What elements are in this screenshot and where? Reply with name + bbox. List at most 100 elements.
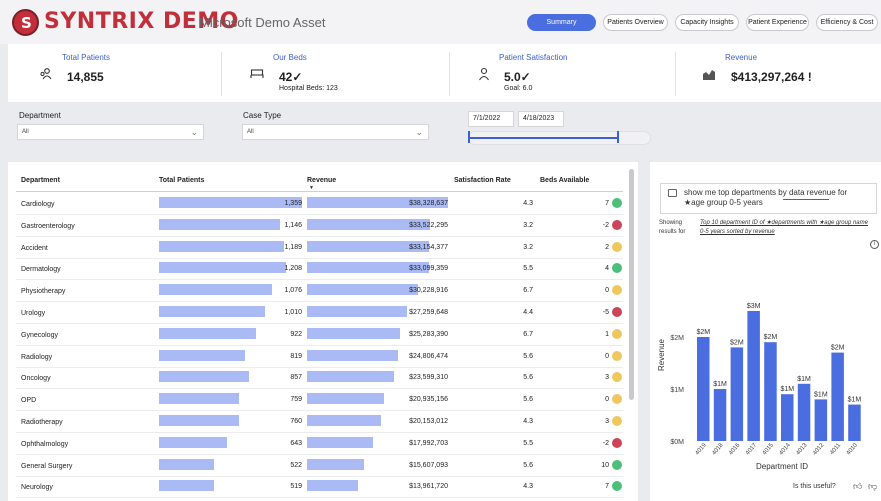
table-row[interactable]: Cardiology 1,359 $38,328,637 4.3 7 — [16, 193, 623, 215]
chevron-down-icon: ⌄ — [415, 127, 423, 137]
chat-icon — [668, 189, 677, 197]
x-tick-label: 4014 — [779, 442, 793, 457]
slider-start-handle[interactable] — [468, 131, 470, 143]
chart-bar — [764, 342, 777, 441]
status-dot-icon — [612, 481, 622, 492]
chart-bar — [831, 352, 844, 441]
table-row[interactable]: Radiotherapy 760 $20,153,012 4.3 3 — [16, 411, 623, 433]
thumbs-down-icon[interactable]: 👎︎ — [868, 481, 877, 492]
tab-patient-experience[interactable]: Patient Experience — [746, 14, 809, 31]
tab-efficiency-cost[interactable]: Efficiency & Cost — [816, 14, 878, 31]
department-cell: Gynecology — [21, 331, 58, 339]
kpi-subtext: Hospital Beds: 123 — [279, 85, 338, 92]
table-row[interactable]: Dermatology 1,208 $33,099,359 5.5 4 — [16, 258, 623, 281]
table-row[interactable]: Gastroenterology 1,146 $33,522,295 3.2 -2 — [16, 215, 623, 237]
start-date-input[interactable]: 7/1/2022 — [468, 111, 514, 127]
table-row[interactable]: Accident 1,189 $33,154,377 3.2 2 — [16, 237, 623, 259]
column-header-revenue[interactable]: Revenue — [307, 177, 336, 184]
satisfaction-cell: 5.5 — [523, 265, 533, 273]
chart-bar — [730, 347, 744, 441]
revenue-cell: $24,806,474 — [409, 352, 448, 360]
column-header-department[interactable]: Department — [21, 177, 60, 184]
tab-capacity-insights[interactable]: Capacity Insights — [675, 14, 739, 31]
chart-bar — [713, 389, 727, 441]
patients-cell: 819 — [290, 352, 302, 360]
thumbs-up-icon[interactable]: 👍︎ — [853, 481, 862, 492]
beds-cell: 1 — [605, 330, 609, 338]
table-scrollbar[interactable] — [629, 169, 634, 400]
info-icon[interactable]: i — [870, 240, 879, 249]
patients-cell: 1,208 — [284, 265, 302, 273]
column-header-satisfaction-rate[interactable]: Satisfaction Rate — [454, 177, 511, 184]
revenue-cell: $33,099,359 — [409, 265, 448, 273]
qa-restatement-link[interactable]: Top 10 department ID of ★departments wit… — [700, 219, 870, 237]
bar-data-label: $1M — [780, 386, 794, 393]
qa-question-box[interactable]: show me top departments by data revenue … — [660, 183, 877, 214]
revenue-cell: $25,283,390 — [409, 330, 448, 338]
table-row[interactable]: General Surgery 522 $15,607,093 5.6 10 — [16, 455, 623, 477]
table-row[interactable]: Urology 1,010 $27,259,648 4.4 -5 — [16, 302, 623, 324]
tab-summary[interactable]: Summary — [527, 14, 596, 31]
department-cell: Radiotherapy — [21, 419, 63, 426]
kpi-patient-satisfaction: Patient Satisfaction 5.0✓ Goal: 6.0 — [450, 44, 675, 102]
qa-question-text: show me top departments by data revenue … — [684, 188, 848, 207]
revenue-cell: $38,328,637 — [409, 200, 448, 207]
patients-cell: 519 — [290, 483, 302, 491]
feedback-label: Is this useful? — [793, 483, 836, 490]
department-dropdown-value: All — [22, 129, 29, 135]
patients-cell: 1,189 — [284, 243, 302, 251]
department-cell: Neurology — [21, 484, 53, 492]
report-subtitle: Microsoft Demo Asset — [199, 15, 326, 30]
x-tick-label: 4018 — [711, 442, 725, 457]
x-tick-label: 4013 — [795, 442, 809, 457]
chart-bar — [747, 311, 760, 441]
table-row[interactable]: Ophthalmology 643 $17,992,703 5.5 -2 — [16, 433, 623, 455]
slider-end-handle[interactable] — [617, 131, 619, 143]
y-tick-label: $1M — [670, 387, 684, 394]
kpi-value: 5.0✓ — [504, 70, 531, 84]
chart-bar — [697, 337, 710, 441]
satisfaction-cell: 3.2 — [523, 221, 533, 229]
department-dropdown[interactable]: All ⌄ — [17, 124, 204, 140]
satisfaction-cell: 4.3 — [523, 200, 533, 207]
table-row[interactable]: Oncology 857 $23,599,310 5.6 3 — [16, 367, 623, 390]
table-header-divider — [16, 191, 623, 192]
satisfaction-cell: 5.6 — [523, 374, 533, 382]
table-row[interactable]: Physiotherapy 1,076 $30,228,916 6.7 0 — [16, 280, 623, 303]
table-row[interactable]: Neurology 519 $13,961,720 4.3 7 — [16, 476, 623, 499]
revenue-cell: $23,599,310 — [409, 374, 448, 382]
revenue-cell: $20,935,156 — [409, 396, 448, 404]
end-date-input[interactable]: 4/18/2023 — [518, 111, 564, 127]
showing-results-text: Showing results for — [659, 220, 686, 235]
beds-cell: 10 — [601, 461, 609, 469]
department-cell: Physiotherapy — [21, 288, 66, 296]
status-dot-icon — [612, 328, 622, 339]
revenue-cell: $33,154,377 — [409, 243, 448, 251]
status-dot-icon — [612, 372, 622, 383]
table-row[interactable]: Gynecology 922 $25,283,390 6.7 1 — [16, 324, 623, 346]
beds-cell: 7 — [605, 200, 609, 207]
chevron-down-icon: ⌄ — [190, 127, 198, 137]
tab-patients-overview[interactable]: Patients Overview — [603, 14, 668, 31]
table-row[interactable]: Radiology 819 $24,806,474 5.6 0 — [16, 346, 623, 368]
beds-cell: -2 — [602, 221, 609, 229]
column-header-beds-available[interactable]: Beds Available — [540, 177, 589, 184]
beds-cell: 0 — [605, 287, 609, 295]
satisfaction-cell: 5.5 — [523, 439, 533, 447]
department-cell: Accident — [21, 244, 48, 252]
case-type-dropdown[interactable]: All ⌄ — [242, 124, 429, 140]
status-dot-icon — [612, 416, 622, 426]
table-row[interactable]: OPD 759 $20,935,156 5.6 0 — [16, 389, 623, 412]
department-cell: Cardiology — [21, 201, 55, 208]
beds-cell: -2 — [602, 439, 609, 447]
kpi-label: Revenue — [725, 53, 758, 62]
department-cell: Ophthalmology — [21, 440, 69, 448]
satisfaction-cell: 3.2 — [523, 243, 533, 251]
kpi-total-patients: Total Patients 14,855 — [8, 44, 221, 102]
status-dot-icon — [612, 219, 622, 230]
column-header-total-patients[interactable]: Total Patients — [159, 177, 204, 184]
bar-data-label: $2M — [764, 334, 778, 341]
bar-data-label: $3M — [747, 303, 761, 310]
kpi-value: $413,297,264 ! — [731, 70, 812, 84]
status-dot-icon — [612, 307, 622, 317]
